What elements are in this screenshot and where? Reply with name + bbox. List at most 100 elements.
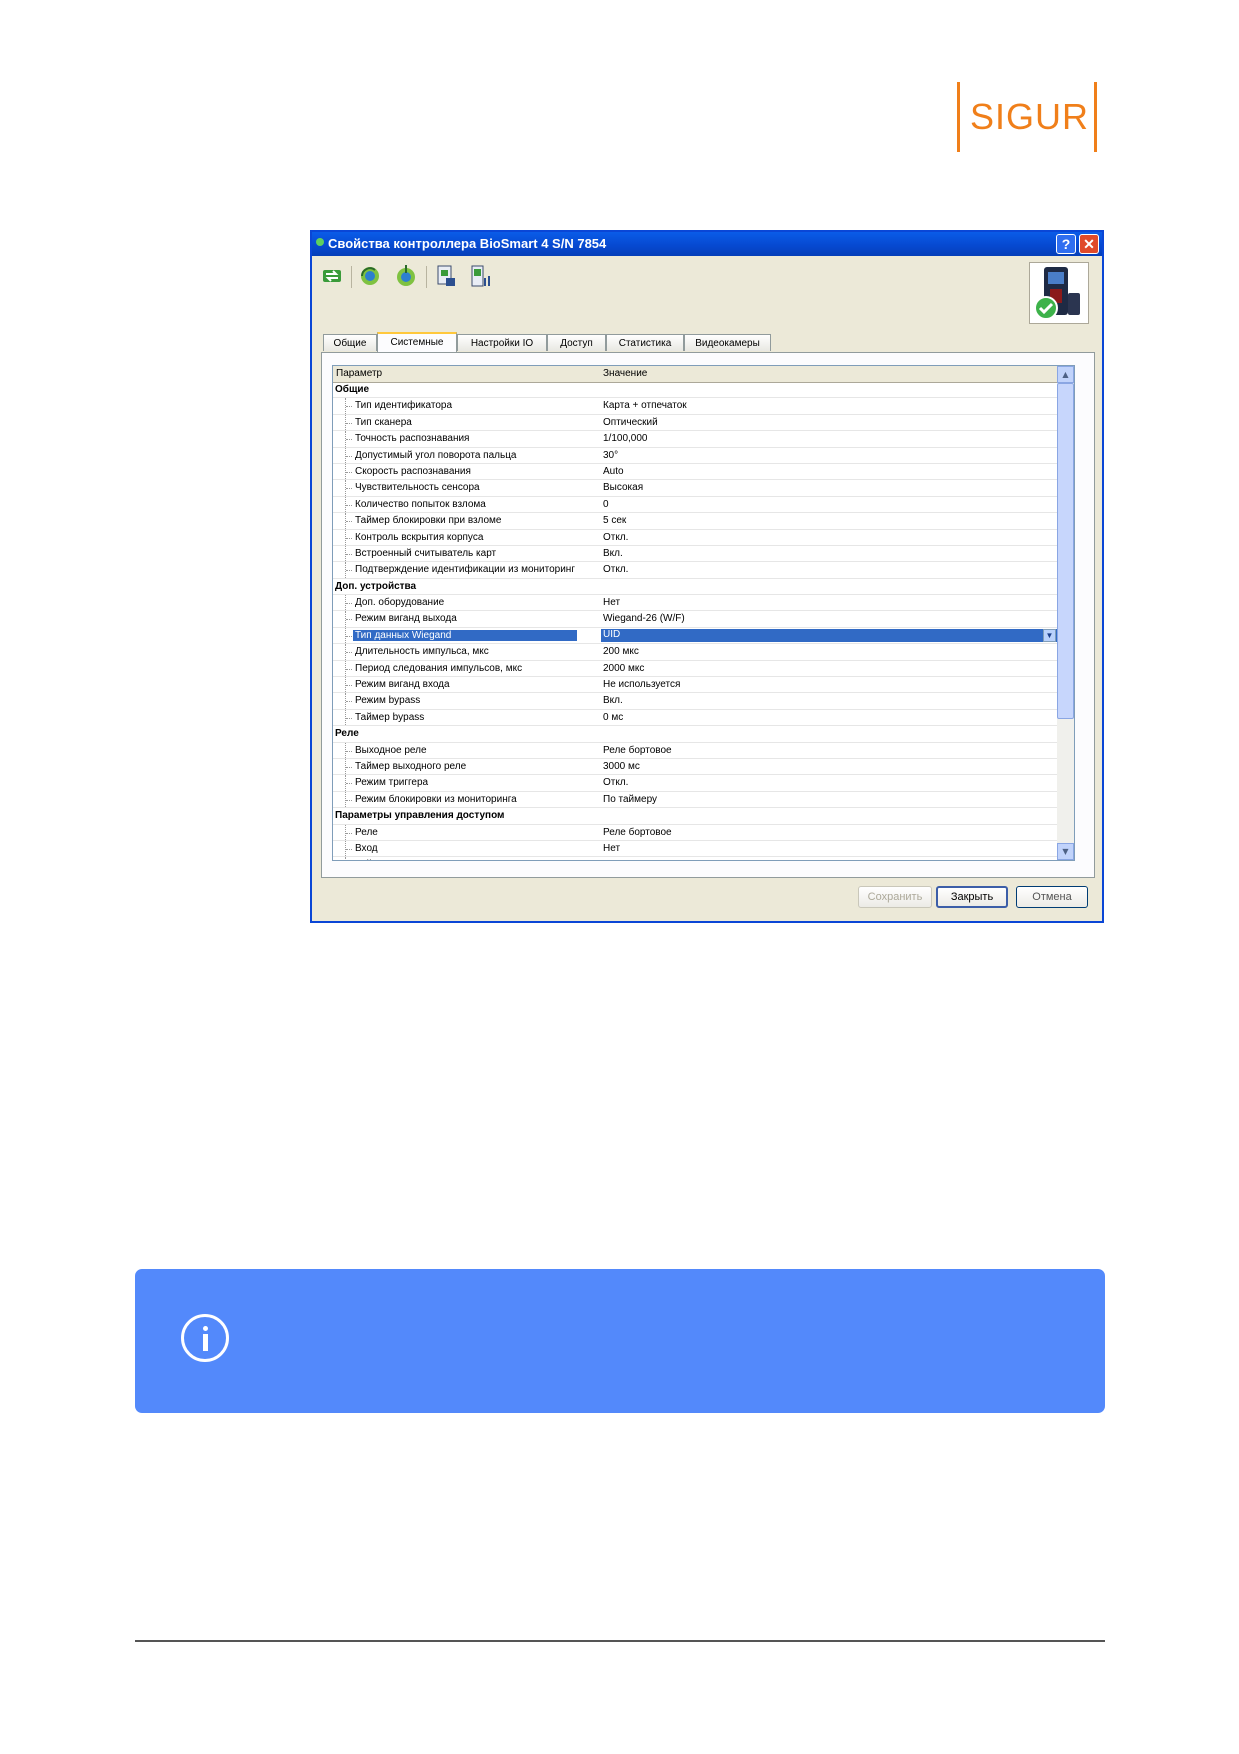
row-value[interactable]: 0 — [603, 499, 609, 510]
card-export-icon[interactable] — [434, 264, 458, 288]
row-value[interactable]: Не используется — [603, 679, 680, 690]
row-value[interactable]: Вкл. — [603, 548, 623, 559]
close-button[interactable]: Закрыть — [936, 886, 1008, 908]
grid-row[interactable]: Режим виганд входа Не используется — [333, 677, 1057, 694]
tab-cameras[interactable]: Видеокамеры — [684, 334, 771, 351]
grid-row[interactable]: Тип сканера Оптический — [333, 414, 1057, 432]
row-parameter: Допустимый угол поворота пальца — [355, 449, 517, 461]
tree-line — [345, 545, 352, 562]
row-value[interactable]: Оптический — [603, 417, 658, 428]
vertical-scrollbar[interactable]: ▲ ▼ — [1057, 366, 1074, 860]
grid-group-row[interactable]: Параметры управления доступом — [333, 808, 1057, 825]
property-grid[interactable]: Параметр Значение Общие Тип идентификатор… — [332, 365, 1075, 861]
grid-row[interactable]: Режим виганд выхода Wiegand-26 (W/F) — [333, 611, 1057, 628]
help-button[interactable]: ? — [1056, 234, 1076, 254]
grid-row[interactable]: Выходное реле Реле бортовое — [333, 742, 1057, 759]
tab-system[interactable]: Системные — [377, 332, 457, 352]
tab-access[interactable]: Доступ — [547, 334, 606, 351]
app-icon — [316, 238, 324, 246]
row-value[interactable]: 200 мкс — [603, 646, 639, 657]
row-parameter: Контроль вскрытия корпуса — [355, 531, 484, 543]
logo-bar-right — [1094, 82, 1097, 152]
row-value[interactable]: 1/100,000 — [603, 433, 648, 444]
tab-general[interactable]: Общие — [323, 334, 377, 351]
grid-row[interactable]: Допустимый угол поворота пальца 30° — [333, 447, 1057, 464]
row-value[interactable]: Откл. — [603, 777, 628, 788]
grid-row[interactable]: Тип данных Wiegand UID ▼ — [333, 627, 1057, 645]
footer-divider — [135, 1640, 1105, 1642]
grid-row[interactable]: Период следования импульсов, мкс 2000 мкс — [333, 660, 1057, 678]
row-value[interactable]: Реле бортовое — [603, 827, 672, 838]
grid-row[interactable]: Подтверждение идентификации из мониторин… — [333, 562, 1057, 579]
grid-group-row[interactable]: Общие — [333, 382, 1057, 399]
grid-row[interactable]: Тип идентификатора Карта + отпечаток — [333, 398, 1057, 415]
row-value[interactable]: Высокая — [603, 482, 643, 493]
save-button[interactable]: Сохранить — [858, 886, 932, 908]
row-value[interactable]: Auto — [603, 466, 624, 477]
grid-row[interactable]: Реле Реле бортовое — [333, 824, 1057, 841]
column-header-value[interactable]: Значение — [603, 368, 647, 379]
row-value[interactable]: Нет — [603, 843, 620, 854]
grid-group-row[interactable]: Доп. устройства — [333, 579, 1057, 596]
row-parameter: Период следования импульсов, мкс — [355, 662, 523, 674]
row-parameter: Доп. устройства — [335, 580, 417, 592]
scroll-up-icon[interactable]: ▲ — [1057, 366, 1074, 383]
grid-row[interactable]: Режим bypass Вкл. — [333, 693, 1057, 710]
grid-row[interactable]: Режим триггера Откл. — [333, 775, 1057, 792]
column-header-parameter[interactable]: Параметр — [336, 368, 382, 379]
grid-row[interactable]: Таймер блокировки при взломе 5 сек — [333, 513, 1057, 530]
row-value[interactable]: Карта + отпечаток — [603, 400, 687, 411]
reset-icon[interactable] — [394, 264, 418, 288]
grid-row[interactable]: Встроенный считыватель карт Вкл. — [333, 545, 1057, 563]
grid-group-row[interactable]: Реле — [333, 726, 1057, 743]
close-window-button[interactable]: ✕ — [1079, 234, 1099, 254]
grid-row[interactable]: Количество попыток взлома 0 — [333, 496, 1057, 514]
row-parameter: Режим виганд входа — [355, 679, 450, 691]
grid-row[interactable]: Таймер кнопки реле 3000 мс — [333, 857, 1057, 860]
row-value[interactable]: Откл. — [603, 564, 628, 575]
tab-io-settings[interactable]: Настройки IO — [457, 334, 547, 351]
grid-row[interactable]: Вход Нет — [333, 840, 1057, 858]
grid-row[interactable]: Контроль вскрытия корпуса Откл. — [333, 529, 1057, 546]
title-bar[interactable]: Свойства контроллера BioSmart 4 S/N 7854… — [312, 232, 1102, 256]
grid-row[interactable]: Таймер bypass 0 мс — [333, 709, 1057, 727]
grid-row[interactable]: Точность распознавания 1/100,000 — [333, 431, 1057, 448]
tree-line — [345, 595, 352, 611]
scroll-thumb[interactable] — [1057, 383, 1074, 719]
grid-row[interactable]: Длительность импульса, мкс 200 мкс — [333, 644, 1057, 661]
chevron-down-icon[interactable]: ▼ — [1043, 628, 1056, 642]
tree-line — [345, 627, 352, 644]
row-value[interactable]: Нет — [603, 597, 620, 608]
toolbar-separator — [426, 266, 427, 288]
row-value[interactable]: 2000 мкс — [603, 663, 644, 674]
row-parameter: Чувствительность сенсора — [355, 482, 480, 494]
grid-row[interactable]: Доп. оборудование Нет — [333, 595, 1057, 612]
row-value[interactable]: Вкл. — [603, 695, 623, 706]
row-value[interactable]: По таймеру — [603, 794, 657, 805]
logo-text: SIGUR — [970, 96, 1090, 137]
tab-statistics[interactable]: Статистика — [606, 334, 684, 351]
row-value[interactable]: 30° — [603, 450, 618, 461]
grid-row[interactable]: Таймер выходного реле 3000 мс — [333, 758, 1057, 776]
tree-line — [345, 660, 352, 677]
row-value[interactable]: Реле бортовое — [603, 745, 672, 756]
row-value[interactable]: 0 мс — [603, 712, 623, 723]
grid-rows: Общие Тип идентификатора Карта + отпечаток… — [333, 382, 1057, 860]
row-value[interactable]: Откл. — [603, 532, 628, 543]
card-import-icon[interactable] — [468, 264, 492, 288]
cancel-button[interactable]: Отмена — [1016, 886, 1088, 908]
row-value-dropdown[interactable]: UID — [601, 628, 1057, 642]
grid-row[interactable]: Чувствительность сенсора Высокая — [333, 480, 1057, 497]
row-parameter: Режим виганд выхода — [355, 613, 457, 625]
row-value[interactable]: 3000 мс — [603, 761, 640, 772]
sync-icon[interactable] — [358, 264, 382, 288]
refresh-icon[interactable] — [320, 264, 344, 288]
row-value[interactable]: Wiegand-26 (W/F) — [603, 613, 685, 624]
scroll-down-icon[interactable]: ▼ — [1057, 843, 1074, 860]
grid-row[interactable]: Скорость распознавания Auto — [333, 463, 1057, 481]
row-value[interactable]: 5 сек — [603, 515, 626, 526]
device-status-image — [1029, 262, 1089, 324]
grid-row[interactable]: Режим блокировки из мониторинга По таймер… — [333, 791, 1057, 809]
row-value[interactable]: 3000 мс — [603, 859, 640, 860]
tree-line — [345, 857, 352, 860]
